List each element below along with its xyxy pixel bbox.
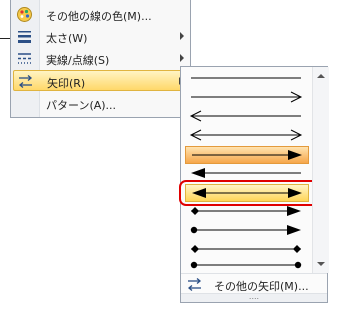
- dot-both-icon: [190, 261, 302, 269]
- menu-item-pattern[interactable]: パターン(A)...: [13, 93, 188, 114]
- filled-arrow-right-icon: [192, 150, 302, 160]
- menu-item-label: パターン(A)...: [46, 99, 117, 112]
- dot-to-arrow-icon: [190, 225, 301, 235]
- color-palette-icon: [17, 7, 32, 22]
- menu-item-label: 矢印(R): [47, 77, 86, 90]
- arrow-style-icon: [18, 75, 33, 88]
- arrow-option-dot-arrow[interactable]: [185, 222, 309, 240]
- menu-item-arrows[interactable]: 矢印(R): [13, 70, 188, 91]
- menu-item-label: その他の線の色(M)...: [46, 10, 152, 23]
- arrow-style-submenu: その他の矢印(M)... ....: [179, 66, 329, 303]
- plain-line-icon: [191, 77, 301, 79]
- open-arrow-both-icon: [189, 129, 303, 141]
- arrow-option-open-right[interactable]: [185, 89, 309, 107]
- arrow-option-plain-line[interactable]: [185, 70, 309, 88]
- gallery-scrollbar[interactable]: [312, 67, 329, 273]
- submenu-arrow-icon: [180, 32, 184, 40]
- submenu-arrow-icon: [180, 54, 184, 62]
- scroll-up-icon[interactable]: [317, 74, 325, 78]
- scroll-down-icon[interactable]: [317, 262, 325, 266]
- filled-arrow-left-icon: [191, 168, 301, 178]
- more-arrows-item[interactable]: その他の矢印(M)...: [181, 274, 327, 294]
- arrow-option-open-both[interactable]: [185, 127, 309, 145]
- line-weight-icon: [18, 31, 31, 43]
- menu-item-dash-style[interactable]: 実線/点線(S): [13, 48, 188, 69]
- menu-item-weight[interactable]: 太さ(W): [13, 26, 188, 47]
- menu-item-label: 実線/点線(S): [46, 54, 110, 67]
- diamond-to-arrow-icon: [191, 206, 301, 216]
- menu-item-label: 太さ(W): [46, 32, 88, 45]
- menu-item-more-line-colors[interactable]: その他の線の色(M)...: [13, 4, 188, 25]
- more-arrows-label: その他の矢印(M)...: [214, 280, 309, 293]
- arrow-option-filled-both[interactable]: [179, 180, 321, 206]
- line-format-menu: その他の線の色(M)... 太さ(W) 実線/点線(S) 矢印(R) パターン(…: [10, 0, 191, 118]
- arrow-gallery: [179, 67, 321, 273]
- arrow-style-icon: [187, 278, 202, 291]
- open-arrow-left-icon: [189, 110, 301, 122]
- dash-style-icon: [18, 53, 31, 64]
- arrow-option-open-left[interactable]: [185, 108, 309, 126]
- diamond-both-icon: [191, 245, 301, 253]
- arrow-option-filled-right[interactable]: [185, 146, 309, 164]
- arrow-option-diamond-arrow[interactable]: [185, 203, 309, 221]
- resize-grip[interactable]: ....: [181, 293, 327, 302]
- open-arrow-right-icon: [191, 91, 303, 103]
